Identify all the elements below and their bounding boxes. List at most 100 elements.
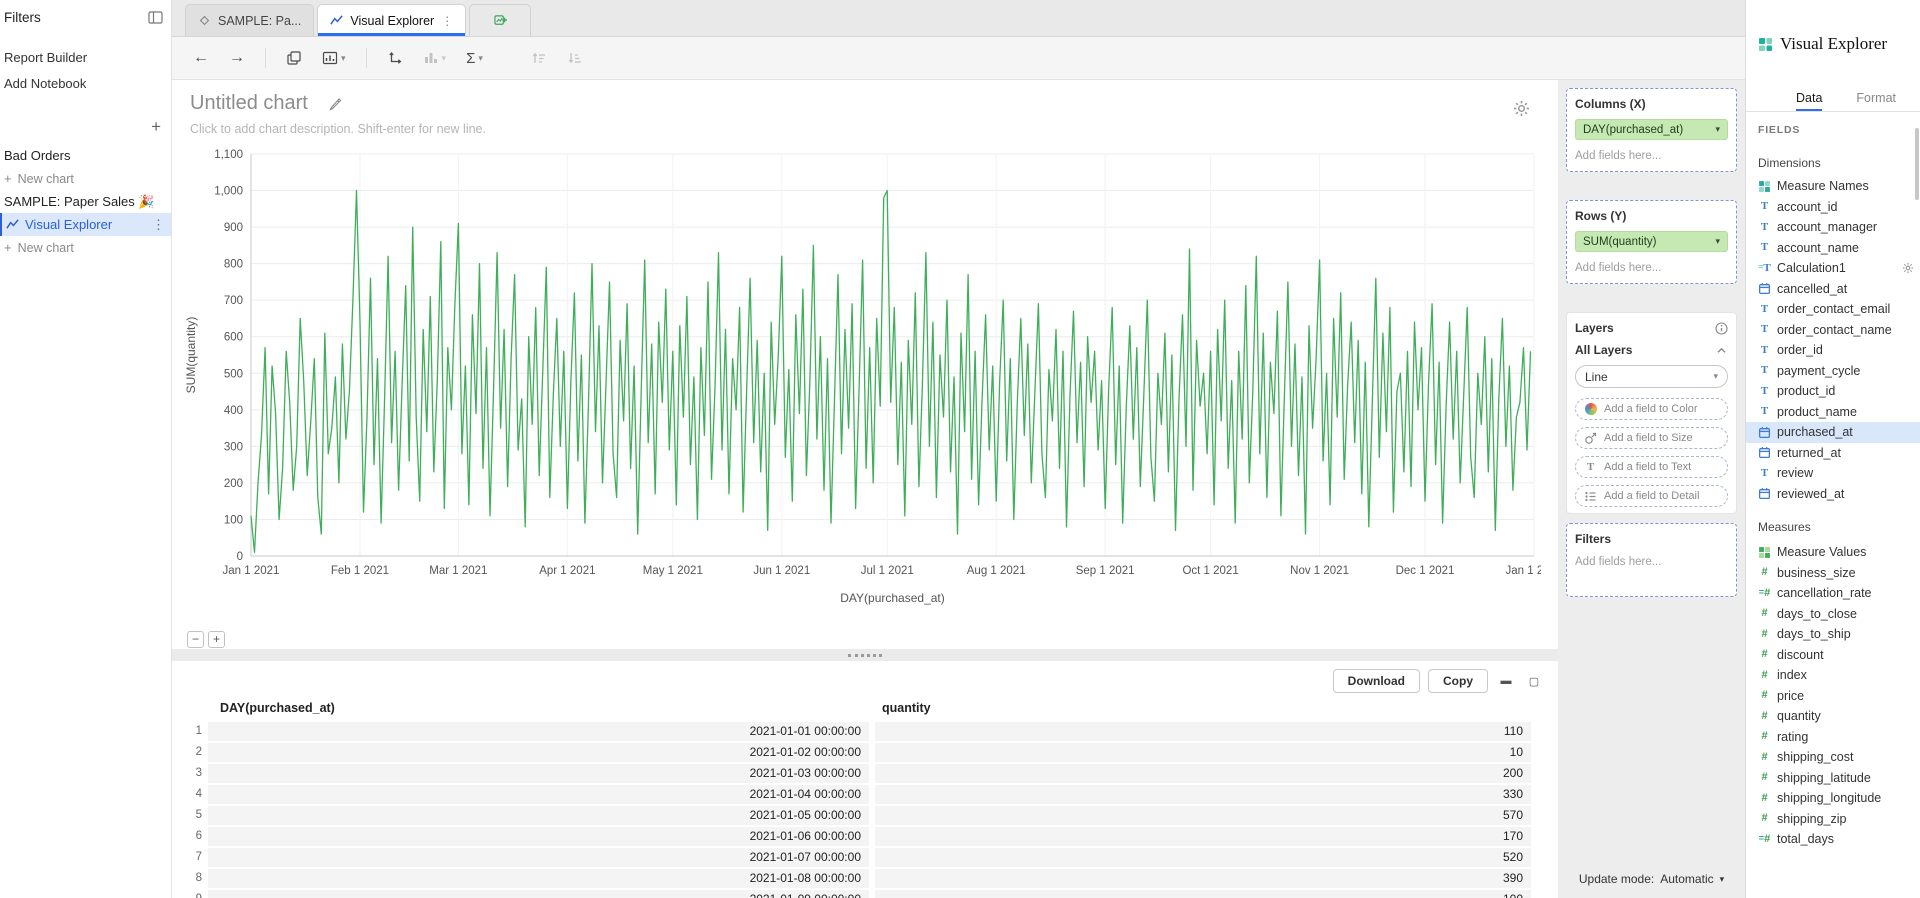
back-button[interactable]: ← (193, 49, 209, 67)
mark-type-select[interactable]: Line ▾ (1575, 365, 1728, 388)
size-shelf[interactable]: Add a field to Size (1575, 427, 1728, 449)
chart-type-button[interactable]: ▾ (322, 50, 346, 66)
sidebar-new-chart[interactable]: +New chart (0, 236, 171, 259)
field-index[interactable]: #index (1746, 665, 1920, 686)
field-shipping-longitude[interactable]: #shipping_longitude (1746, 788, 1920, 809)
collapse-panel-icon[interactable] (148, 11, 163, 24)
field-days-to-ship[interactable]: #days_to_ship (1746, 624, 1920, 645)
table-row[interactable]: 22021-01-02 00:00:0010 (171, 742, 1558, 763)
more-options-icon[interactable]: ⋮ (152, 217, 165, 233)
sidebar-item-bad-orders[interactable]: Bad Orders (0, 144, 171, 167)
sort-descending-button[interactable] (567, 50, 583, 66)
sidebar-item-visual-explorer[interactable]: Visual Explorer⋮ (0, 213, 171, 236)
copy-button[interactable]: Copy (1428, 669, 1488, 693)
field-purchased-at[interactable]: purchased_at (1746, 422, 1920, 443)
sort-ascending-button[interactable] (531, 50, 547, 66)
zoom-in-button[interactable]: + (208, 631, 225, 648)
field-product-name[interactable]: Tproduct_name (1746, 402, 1920, 423)
sidebar-new-chart[interactable]: +New chart (0, 167, 171, 190)
field-cancelled-at[interactable]: cancelled_at (1746, 279, 1920, 300)
table-row[interactable]: 42021-01-04 00:00:00330 (171, 784, 1558, 805)
resize-grip-handle[interactable] (848, 654, 882, 657)
bar-chart-button[interactable]: ▾ (423, 50, 447, 66)
tab-more-options-icon[interactable]: ⋮ (441, 14, 453, 28)
field-returned-at[interactable]: returned_at (1746, 443, 1920, 464)
field-order-contact-name[interactable]: Torder_contact_name (1746, 320, 1920, 341)
table-row[interactable]: 32021-01-03 00:00:00200 (171, 763, 1558, 784)
field-order-id[interactable]: Torder_id (1746, 340, 1920, 361)
field-total-days[interactable]: =#total_days (1746, 829, 1920, 850)
scrollbar-thumb[interactable] (1915, 128, 1919, 200)
field-discount[interactable]: #discount (1746, 645, 1920, 666)
toolbar-divider (265, 48, 266, 68)
field-reviewed-at[interactable]: reviewed_at (1746, 484, 1920, 505)
column-header-purchased-at[interactable]: DAY(purchased_at) (220, 701, 335, 715)
rows-y-field-pill[interactable]: SUM(quantity) ▾ (1575, 231, 1728, 252)
tab-format[interactable]: Format (1856, 84, 1896, 111)
all-layers-label[interactable]: All Layers (1575, 343, 1632, 357)
forward-button[interactable]: → (229, 49, 245, 67)
svg-text:500: 500 (224, 368, 243, 380)
field-payment-cycle[interactable]: Tpayment_cycle (1746, 361, 1920, 382)
field-account-manager[interactable]: Taccount_manager (1746, 217, 1920, 238)
line-chart[interactable]: 01002003004005006007008009001,0001,100Ja… (181, 138, 1541, 618)
field-calculation1[interactable]: =TCalculation1 (1746, 258, 1920, 279)
detail-icon (1584, 490, 1597, 503)
text-shelf[interactable]: T Add a field to Text (1575, 456, 1728, 478)
add-page-button[interactable]: + (151, 118, 161, 135)
chart-settings-gear-icon[interactable] (1513, 100, 1530, 117)
field-cancellation-rate[interactable]: =#cancellation_rate (1746, 583, 1920, 604)
sidebar-item-sample-paper-sales[interactable]: SAMPLE: Paper Sales 🎉 (0, 190, 171, 213)
zoom-out-button[interactable]: − (187, 631, 204, 648)
chart-description-placeholder[interactable]: Click to add chart description. Shift-en… (190, 122, 486, 136)
table-row[interactable]: 92021-01-09 00:00:00100 (171, 889, 1558, 898)
aggregate-button[interactable]: Σ ▾ (466, 50, 483, 67)
color-shelf[interactable]: Add a field to Color (1575, 398, 1728, 420)
field-order-contact-email[interactable]: Torder_contact_email (1746, 299, 1920, 320)
column-header-quantity[interactable]: quantity (882, 701, 931, 715)
field-shipping-cost[interactable]: #shipping_cost (1746, 747, 1920, 768)
field-rating[interactable]: #rating (1746, 727, 1920, 748)
filters-drop-target[interactable]: Add fields here... (1575, 556, 1728, 568)
columns-x-field-pill[interactable]: DAY(purchased_at) ▾ (1575, 119, 1728, 140)
rows-y-drop-target[interactable]: Add fields here... (1575, 262, 1728, 274)
chevron-up-icon[interactable] (1715, 344, 1728, 357)
field-days-to-close[interactable]: #days_to_close (1746, 604, 1920, 625)
field-measure-names[interactable]: Measure Names (1746, 176, 1920, 197)
field-quantity[interactable]: #quantity (1746, 706, 1920, 727)
duplicate-chart-button[interactable] (286, 50, 302, 66)
edit-title-pencil-icon[interactable] (328, 96, 343, 111)
download-button[interactable]: Download (1333, 669, 1420, 693)
field-product-id[interactable]: Tproduct_id (1746, 381, 1920, 402)
field-measure-values[interactable]: Measure Values (1746, 542, 1920, 563)
update-mode-select[interactable]: Automatic (1660, 872, 1713, 886)
tab-data[interactable]: Data (1796, 84, 1822, 111)
report-builder-link[interactable]: Report Builder (4, 50, 87, 65)
columns-x-drop-target[interactable]: Add fields here... (1575, 150, 1728, 162)
tab-sample-paper-sales[interactable]: SAMPLE: Pa... (185, 4, 314, 36)
collapse-table-icon[interactable]: ▬ (1496, 671, 1516, 691)
result-table-panel: Download Copy ▬ ▢ DAY(purchased_at) quan… (171, 661, 1558, 898)
field-account-name[interactable]: Taccount_name (1746, 238, 1920, 259)
swap-axes-button[interactable] (387, 50, 403, 66)
field-review[interactable]: Treview (1746, 463, 1920, 484)
field-business-size[interactable]: #business_size (1746, 563, 1920, 584)
add-notebook-link[interactable]: Add Notebook (4, 76, 86, 91)
new-chart-tab[interactable] (469, 4, 531, 36)
table-row[interactable]: 52021-01-05 00:00:00570 (171, 805, 1558, 826)
table-row[interactable]: 12021-01-01 00:00:00110 (171, 721, 1558, 742)
field-shipping-latitude[interactable]: #shipping_latitude (1746, 768, 1920, 789)
table-row[interactable]: 82021-01-08 00:00:00390 (171, 868, 1558, 889)
field-gear-icon[interactable] (1902, 262, 1914, 274)
detail-shelf[interactable]: Add a field to Detail (1575, 485, 1728, 507)
tab-visual-explorer[interactable]: Visual Explorer ⋮ (317, 4, 466, 36)
chart-title[interactable]: Untitled chart (190, 92, 308, 115)
info-icon[interactable] (1715, 322, 1728, 335)
field-account-id[interactable]: Taccount_id (1746, 197, 1920, 218)
field-price[interactable]: #price (1746, 686, 1920, 707)
table-row[interactable]: 72021-01-07 00:00:00520 (171, 847, 1558, 868)
field-shipping-zip[interactable]: #shipping_zip (1746, 809, 1920, 830)
tab-label: SAMPLE: Pa... (218, 14, 301, 28)
expand-table-icon[interactable]: ▢ (1524, 671, 1544, 691)
table-row[interactable]: 62021-01-06 00:00:00170 (171, 826, 1558, 847)
